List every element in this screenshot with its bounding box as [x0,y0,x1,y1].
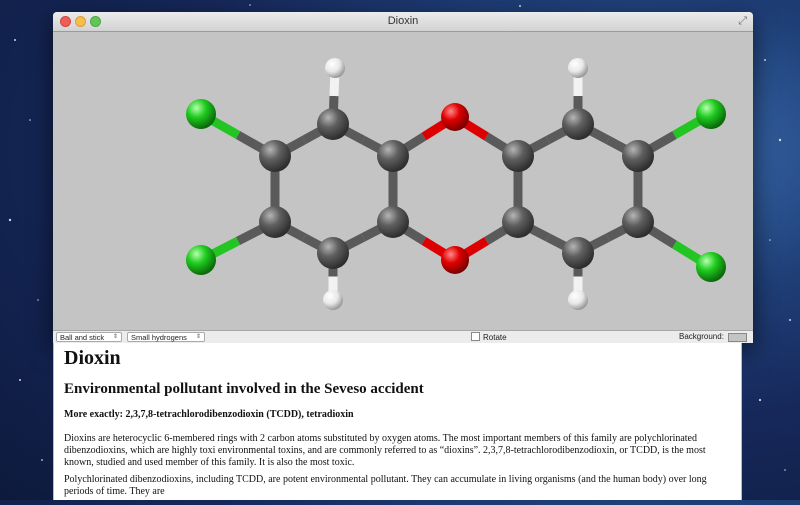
background-label: Background: [679,332,724,341]
chlorine-atom[interactable] [696,99,726,129]
hydrogen-atom[interactable] [568,58,588,78]
hydrogen-atom[interactable] [325,58,345,78]
carbon-atom[interactable] [317,237,349,269]
carbon-atom[interactable] [562,108,594,140]
document-paragraph: Polychlorinated dibenzodioxins, includin… [64,474,707,497]
carbon-atom[interactable] [377,206,409,238]
title-bar[interactable]: Dioxin ⤢ [53,12,753,32]
carbon-atom[interactable] [622,140,654,172]
viewer-toolbar: Ball and stick ⇕ Small hydrogens ⇕ Rotat… [53,330,753,343]
oxygen-atom[interactable] [441,246,469,274]
carbon-atom[interactable] [317,108,349,140]
hydrogen-atom[interactable] [323,290,343,310]
carbon-atom[interactable] [622,206,654,238]
hydrogen-select-value: Small hydrogens [131,333,187,342]
checkbox-box[interactable] [471,332,480,341]
document-subtitle: Environmental pollutant involved in the … [64,381,424,397]
chlorine-atom[interactable] [186,245,216,275]
chlorine-atom[interactable] [186,99,216,129]
carbon-atom[interactable] [502,206,534,238]
rotate-checkbox[interactable]: Rotate [471,332,507,343]
carbon-atom[interactable] [259,206,291,238]
window-title: Dioxin [387,15,419,27]
carbon-atom[interactable] [502,140,534,172]
oxygen-atom[interactable] [441,103,469,131]
chevron-updown-icon: ⇕ [112,334,118,340]
carbon-atom[interactable] [259,140,291,172]
molecule-canvas[interactable] [53,32,753,330]
fullscreen-icon[interactable]: ⤢ [738,15,747,28]
document-title: Dioxin [64,347,121,369]
chlorine-atom[interactable] [696,252,726,282]
molecule-viewer-window: Dioxin ⤢ Ball and stick ⇕ Small hydrogen… [53,12,753,343]
molecule-3d-view[interactable] [53,32,753,330]
chevron-updown-icon: ⇕ [195,334,201,340]
hydrogen-select[interactable]: Small hydrogens ⇕ [127,332,205,342]
description-window: Dioxin Environmental pollutant involved … [53,343,742,500]
style-select-value: Ball and stick [60,333,105,342]
carbon-atom[interactable] [562,237,594,269]
background-color-well[interactable] [728,333,747,342]
document-paragraph: Dioxins are heterocyclic 6-membered ring… [64,433,706,468]
style-select[interactable]: Ball and stick ⇕ [56,332,122,342]
document-more-exactly: More exactly: 2,3,7,8-tetrachlorodibenzo… [64,409,354,420]
carbon-atom[interactable] [377,140,409,172]
hydrogen-atom[interactable] [568,290,588,310]
rotate-label: Rotate [483,333,507,342]
